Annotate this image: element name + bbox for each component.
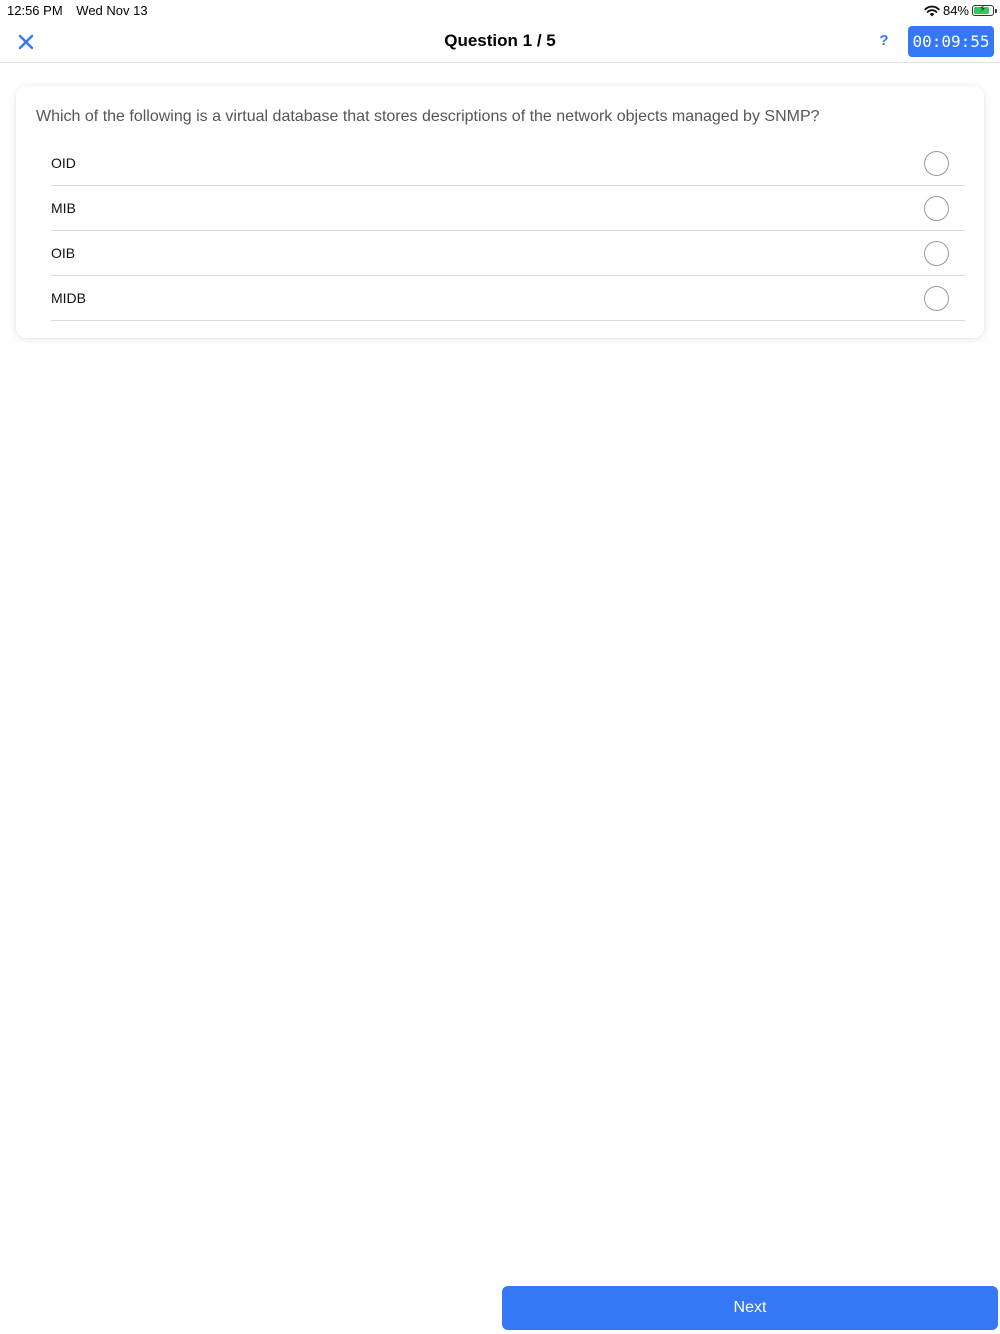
battery-icon: ⚡ (972, 4, 997, 16)
answer-option[interactable]: OIB (51, 231, 965, 276)
radio-button[interactable] (924, 196, 949, 221)
status-time: 12:56 PM (7, 3, 63, 18)
battery-percent: 84% (942, 3, 969, 18)
radio-button[interactable] (924, 286, 949, 311)
option-label: OID (51, 155, 76, 171)
option-label: MIDB (51, 290, 86, 306)
answer-options: OID MIB OIB MIDB (51, 141, 965, 321)
wifi-icon (924, 5, 940, 16)
option-label: MIB (51, 200, 76, 216)
next-button[interactable]: Next (502, 1286, 998, 1330)
answer-option[interactable]: MIDB (51, 276, 965, 321)
countdown-timer: 00:09:55 (908, 26, 994, 57)
top-navigation-bar: Question 1 / 5 ? 00:09:55 (0, 20, 1000, 63)
status-date: Wed Nov 13 (76, 3, 148, 18)
status-bar: 12:56 PM Wed Nov 13 84% ⚡ (0, 0, 1000, 20)
page-title: Question 1 / 5 (444, 31, 556, 50)
answer-option[interactable]: OID (51, 141, 965, 186)
help-button[interactable]: ? (876, 32, 892, 52)
charging-bolt-icon: ⚡ (979, 4, 987, 15)
question-card: Which of the following is a virtual data… (16, 86, 984, 338)
radio-button[interactable] (924, 151, 949, 176)
radio-button[interactable] (924, 241, 949, 266)
option-label: OIB (51, 245, 76, 261)
answer-option[interactable]: MIB (51, 186, 965, 231)
question-text: Which of the following is a virtual data… (36, 108, 820, 125)
